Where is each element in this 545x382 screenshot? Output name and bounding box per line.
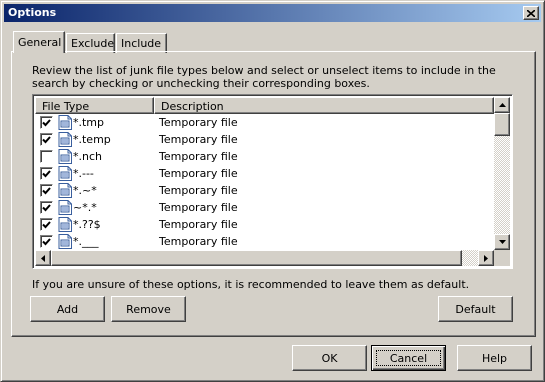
checkmark-icon [42,135,51,143]
scroll-up-button[interactable] [494,97,510,113]
remove-button-label: Remove [126,302,171,316]
file-type-cell: *.--- [73,167,94,180]
file-type-icon [58,149,72,164]
row-checkbox[interactable] [40,201,53,214]
description-cell: Temporary file [159,116,238,129]
file-type-cell: *.??$ [73,218,101,231]
row-checkbox[interactable] [40,150,53,163]
description-cell: Temporary file [159,201,238,214]
scroll-left-button[interactable] [35,250,51,266]
focus-rectangle [376,350,441,366]
description-cell: Temporary file [159,184,238,197]
file-type-icon [58,217,72,232]
list-item[interactable]: *.~* Temporary file [35,182,494,199]
close-button[interactable] [523,6,539,20]
list-item[interactable]: *.temp Temporary file [35,131,494,148]
column-header-file-type[interactable]: File Type [35,97,154,114]
file-type-icon [58,115,72,130]
file-type-cell: *.tmp [73,116,105,129]
tab-general-label: General [18,36,62,49]
help-button[interactable]: Help [457,345,532,371]
horizontal-scroll-thumb[interactable] [51,250,462,266]
checkmark-icon [42,169,51,177]
file-type-icon [58,132,72,147]
description-cell: Temporary file [159,150,238,163]
junk-file-types-list[interactable]: File Type Description *.tmp Temporary fil… [32,94,513,269]
arrow-right-icon [484,254,488,262]
arrow-up-icon [498,103,506,107]
description-cell: Temporary file [159,133,238,146]
help-button-label: Help [481,351,508,365]
row-checkbox[interactable] [40,235,53,248]
file-type-cell: ~*.* [73,201,97,214]
row-checkbox[interactable] [40,133,53,146]
scroll-right-button[interactable] [478,250,494,266]
description-cell: Temporary file [159,167,238,180]
tab-include-label: Include [121,37,162,50]
default-button-label: Default [455,302,496,316]
tab-exclude[interactable]: Exclude [66,33,115,53]
checkmark-icon [42,237,51,245]
scroll-down-button[interactable] [494,234,510,250]
file-type-icon [58,234,72,249]
vertical-scrollbar[interactable] [494,97,510,250]
horizontal-scrollbar[interactable] [35,250,494,266]
title-bar[interactable]: Options [4,4,541,22]
window-title: Options [8,6,57,19]
list-rows: *.tmp Temporary file *.temp Temporary file *… [35,114,494,249]
hint-text: If you are unsure of these options, it i… [32,278,470,291]
default-button[interactable]: Default [438,296,513,322]
close-icon [527,9,535,17]
list-header: File Type Description [35,97,494,114]
list-item[interactable]: *.nch Temporary file [35,148,494,165]
tab-exclude-label: Exclude [71,37,115,50]
file-type-icon [58,200,72,215]
file-type-icon [58,183,72,198]
file-type-cell: *.temp [73,133,111,146]
column-header-description[interactable]: Description [154,97,494,114]
checkmark-icon [42,118,51,126]
checkmark-icon [42,203,51,211]
add-button-label: Add [56,302,79,316]
remove-button[interactable]: Remove [111,296,186,322]
scroll-corner [494,250,510,266]
list-item[interactable]: *.___ Temporary file [35,233,494,250]
arrow-left-icon [41,254,45,262]
list-item[interactable]: *.tmp Temporary file [35,114,494,131]
cancel-button[interactable]: Cancel [371,345,446,371]
ok-button[interactable]: OK [292,345,367,371]
file-type-icon [58,166,72,181]
description-cell: Temporary file [159,218,238,231]
tab-general[interactable]: General [13,31,65,53]
arrow-down-icon [498,240,506,244]
ok-button-label: OK [321,351,338,365]
list-item[interactable]: *.--- Temporary file [35,165,494,182]
list-item[interactable]: *.??$ Temporary file [35,216,494,233]
row-checkbox[interactable] [40,184,53,197]
vertical-scroll-thumb[interactable] [494,113,510,136]
file-type-cell: *.nch [73,150,102,163]
file-type-cell: *.___ [73,235,99,248]
list-item[interactable]: ~*.* Temporary file [35,199,494,216]
add-button[interactable]: Add [30,296,105,322]
row-checkbox[interactable] [40,116,53,129]
row-checkbox[interactable] [40,218,53,231]
description-cell: Temporary file [159,235,238,248]
checkmark-icon [42,186,51,194]
intro-text: Review the list of junk file types below… [32,64,496,90]
row-checkbox[interactable] [40,167,53,180]
file-type-cell: *.~* [73,184,97,197]
checkmark-icon [42,220,51,228]
tab-include[interactable]: Include [116,33,167,53]
